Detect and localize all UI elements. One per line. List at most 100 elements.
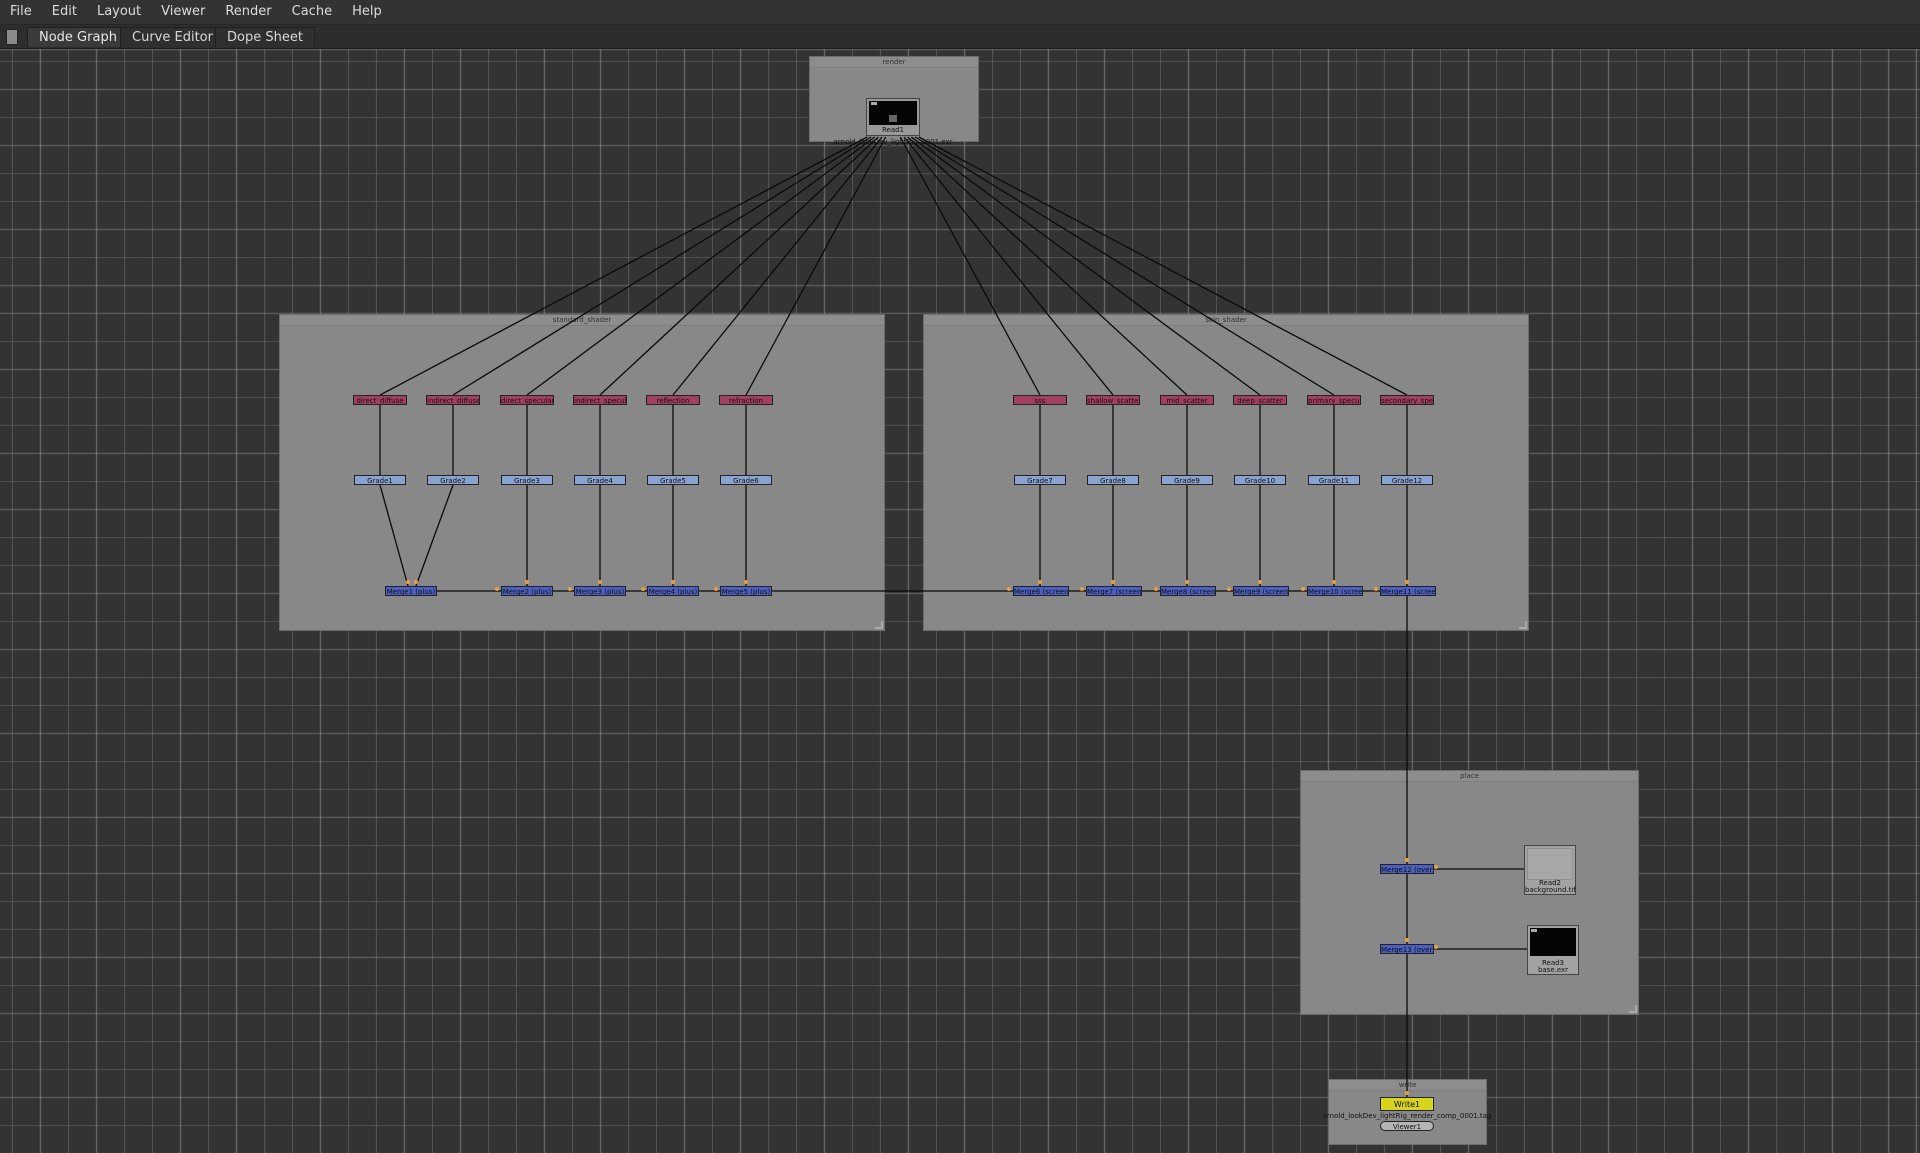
panel-tab-bar: Node Graph Curve Editor Dope Sheet ⧉ ✕ <box>0 25 1920 64</box>
menu-cache[interactable]: Cache <box>282 0 342 24</box>
merge-node-4[interactable]: Merge4 (plus) <box>647 586 699 596</box>
input-arrow <box>1258 580 1262 584</box>
shuffle-node-reflection[interactable]: reflection <box>646 395 700 405</box>
resize-handle[interactable] <box>1519 621 1527 629</box>
input-arrow <box>1374 587 1378 591</box>
merge-node-12[interactable]: Merge12 (over) <box>1380 864 1434 874</box>
input-arrow <box>1405 938 1409 942</box>
input-arrow <box>568 587 572 591</box>
input-arrow <box>1080 587 1084 591</box>
resize-handle[interactable] <box>1629 1005 1637 1013</box>
tab-node-graph[interactable]: Node Graph <box>27 27 129 47</box>
shuffle-node-refraction[interactable]: refraction <box>719 395 773 405</box>
input-arrow <box>1405 580 1409 584</box>
input-arrow <box>1405 858 1409 862</box>
input-arrow <box>525 580 529 584</box>
input-arrow <box>1185 580 1189 584</box>
input-arrow <box>1038 580 1042 584</box>
merge-node-1[interactable]: Merge1 (plus) <box>385 586 437 596</box>
read3-thumbnail <box>1530 928 1576 956</box>
menu-help[interactable]: Help <box>342 0 392 24</box>
shuffle-node-indirect-specular[interactable]: indirect_specular <box>573 395 627 405</box>
backdrop-skin-shader[interactable]: skin_shader <box>923 314 1529 631</box>
merge-node-10[interactable]: Merge10 (screen) <box>1307 586 1363 596</box>
merge-node-9[interactable]: Merge9 (screen) <box>1233 586 1289 596</box>
backdrop-title: render <box>810 57 978 68</box>
menu-file[interactable]: File <box>0 0 42 24</box>
menu-layout[interactable]: Layout <box>87 0 151 24</box>
input-arrow <box>1434 945 1438 949</box>
merge-node-3[interactable]: Merge3 (plus) <box>574 586 626 596</box>
merge-node-2[interactable]: Merge2 (plus) <box>501 586 553 596</box>
input-arrow <box>1007 587 1011 591</box>
grade-node-4[interactable]: Grade4 <box>574 475 626 485</box>
shuffle-node-mid-scatter[interactable]: mid_scatter <box>1160 395 1214 405</box>
tab-curve-editor[interactable]: Curve Editor <box>120 27 225 47</box>
grade-node-3[interactable]: Grade3 <box>501 475 553 485</box>
node-graph-canvas[interactable]: render standard_shader skin_shader place… <box>0 49 1920 1153</box>
input-arrow <box>744 580 748 584</box>
shuffle-node-shallow-scatter[interactable]: shallow_scatter <box>1086 395 1140 405</box>
input-arrow <box>671 580 675 584</box>
merge-node-5[interactable]: Merge5 (plus) <box>720 586 772 596</box>
read2-thumbnail <box>1527 848 1573 880</box>
backdrop-title: standard_shader <box>280 315 884 326</box>
shuffle-node-secondary-specular[interactable]: secondary_specular <box>1380 395 1434 405</box>
input-arrow <box>1111 580 1115 584</box>
backdrop-title: place <box>1301 771 1638 782</box>
input-arrow <box>406 580 410 584</box>
grade-node-5[interactable]: Grade5 <box>647 475 699 485</box>
menu-viewer[interactable]: Viewer <box>151 0 215 24</box>
backdrop-title: write <box>1329 1080 1486 1091</box>
grade-node-10[interactable]: Grade10 <box>1234 475 1286 485</box>
input-arrow <box>1434 865 1438 869</box>
merge-node-8[interactable]: Merge8 (screen) <box>1160 586 1216 596</box>
write1-node[interactable]: Write1 <box>1380 1097 1434 1111</box>
read3-filename: base.exr <box>1537 966 1569 974</box>
merge-node-6[interactable]: Merge6 (screen) <box>1013 586 1069 596</box>
grade-node-8[interactable]: Grade8 <box>1087 475 1139 485</box>
grade-node-6[interactable]: Grade6 <box>720 475 772 485</box>
input-arrow <box>1332 580 1336 584</box>
input-arrow <box>714 587 718 591</box>
shuffle-node-direct-diffuse[interactable]: direct_diffuse <box>353 395 407 405</box>
input-arrow <box>1227 587 1231 591</box>
grade-node-11[interactable]: Grade11 <box>1308 475 1360 485</box>
grade-node-9[interactable]: Grade9 <box>1161 475 1213 485</box>
panel-drag-handle[interactable] <box>6 29 18 45</box>
grade-node-7[interactable]: Grade7 <box>1014 475 1066 485</box>
read1-filename: arnold_lookDev_lightRig_0001.exr <box>833 138 953 146</box>
read2-node[interactable]: Read2 background.tif <box>1524 845 1576 895</box>
read3-node[interactable]: Read3 base.exr <box>1527 925 1579 975</box>
backdrop-standard-shader[interactable]: standard_shader <box>279 314 885 631</box>
backdrop-place[interactable]: place <box>1300 770 1639 1015</box>
shuffle-node-deep-scatter[interactable]: deep_scatter <box>1233 395 1287 405</box>
write1-filename: arnold_lookDev_lightRig_render_comp_0001… <box>1322 1112 1492 1120</box>
input-arrow <box>495 587 499 591</box>
viewer1-node[interactable]: Viewer1 <box>1380 1121 1434 1131</box>
tab-dope-sheet[interactable]: Dope Sheet <box>215 27 315 47</box>
read1-name: Read1 <box>881 126 905 134</box>
read1-thumbnail <box>869 101 917 125</box>
shuffle-node-direct-specular[interactable]: direct_specular <box>500 395 554 405</box>
shuffle-node-primary-specular[interactable]: primary_specular <box>1307 395 1361 405</box>
input-arrow <box>598 580 602 584</box>
merge-node-11[interactable]: Merge11 (screen) <box>1380 586 1436 596</box>
merge-node-7[interactable]: Merge7 (screen) <box>1086 586 1142 596</box>
menu-edit[interactable]: Edit <box>42 0 87 24</box>
shuffle-node-sss[interactable]: sss <box>1013 395 1067 405</box>
input-arrow <box>1154 587 1158 591</box>
read2-filename: background.tif <box>1525 886 1576 894</box>
input-arrow <box>1405 1091 1409 1095</box>
menu-bar: File Edit Layout Viewer Render Cache Hel… <box>0 0 1920 25</box>
merge-node-13[interactable]: Merge13 (over) <box>1380 944 1434 954</box>
input-arrow <box>414 580 418 584</box>
menu-render[interactable]: Render <box>215 0 281 24</box>
grade-node-12[interactable]: Grade12 <box>1381 475 1433 485</box>
grade-node-1[interactable]: Grade1 <box>354 475 406 485</box>
shuffle-node-indirect-diffuse[interactable]: indirect_diffuse <box>426 395 480 405</box>
input-arrow <box>1301 587 1305 591</box>
resize-handle[interactable] <box>875 621 883 629</box>
grade-node-2[interactable]: Grade2 <box>427 475 479 485</box>
read1-node[interactable]: Read1 <box>866 98 920 136</box>
